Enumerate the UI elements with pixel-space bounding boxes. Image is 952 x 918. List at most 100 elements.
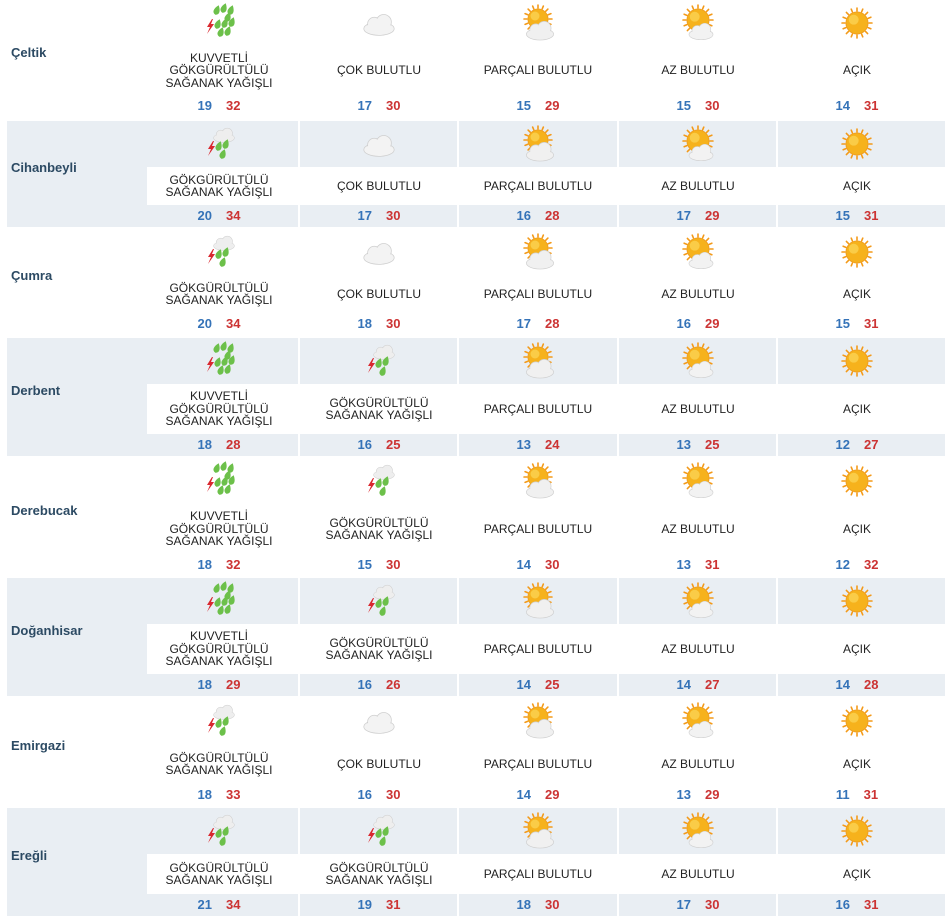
forecast-day-cell: GÖKGÜRÜLTÜLÜ SAĞANAK YAĞIŞLI 19 31: [300, 808, 458, 916]
city-name[interactable]: Cihanbeyli: [11, 160, 77, 175]
min-temperature: 16: [357, 677, 372, 692]
min-temperature: 17: [516, 316, 531, 331]
temperature-range: 15 30: [300, 557, 458, 572]
max-temperature: 31: [863, 787, 879, 802]
min-temperature: 13: [676, 557, 691, 572]
temperature-range: 17 30: [300, 98, 458, 113]
forecast-day-cell: AÇIK 12 27: [778, 338, 936, 456]
min-temperature: 18: [197, 557, 212, 572]
min-temperature: 18: [197, 437, 212, 452]
mostly-sunny-icon: [619, 578, 777, 624]
condition-text: GÖKGÜRÜLTÜLÜ SAĞANAK YAĞIŞLI: [165, 280, 273, 307]
condition-text: AZ BULUTLU: [661, 286, 735, 301]
max-temperature: 25: [705, 437, 720, 452]
forecast-day-cell: PARÇALI BULUTLU 18 30: [459, 808, 617, 916]
sunny-icon: [778, 578, 936, 624]
partly-cloudy-icon: [459, 808, 617, 854]
city-name[interactable]: Derebucak: [11, 503, 77, 518]
forecast-day-cell: AZ BULUTLU 17 29: [619, 121, 777, 227]
condition-text: PARÇALI BULUTLU: [483, 521, 593, 536]
cloudy-icon: [300, 0, 458, 46]
thunder-shower-icon: [140, 808, 298, 854]
max-temperature: 34: [226, 897, 241, 912]
forecast-day-cell: AÇIK 14 31: [778, 0, 936, 117]
max-temperature: 32: [864, 557, 879, 572]
max-temperature: 29: [705, 787, 720, 802]
max-temperature: 26: [386, 677, 401, 692]
condition-text: PARÇALI BULUTLU: [483, 866, 593, 881]
condition-text: AZ BULUTLU: [661, 63, 735, 78]
temperature-range: 14 27: [619, 677, 777, 692]
max-temperature: 31: [386, 897, 401, 912]
max-temperature: 31: [864, 208, 879, 223]
mostly-sunny-icon: [619, 458, 777, 504]
min-temperature: 19: [197, 98, 212, 113]
forecast-day-cell: ÇOK BULUTLU 18 30: [300, 229, 458, 335]
condition-text: AZ BULUTLU: [661, 641, 735, 656]
temperature-range: 19 32: [140, 98, 298, 113]
forecast-day-cell: AÇIK 12 32: [778, 458, 936, 576]
mostly-sunny-icon: [619, 0, 777, 46]
forecast-row: Çumra GÖKGÜRÜLTÜLÜ SAĞANAK YAĞIŞLI 20 34 ÇOK…: [7, 229, 945, 335]
condition-text: ÇOK BULUTLU: [336, 756, 422, 771]
condition-text: GÖKGÜRÜLTÜLÜ SAĞANAK YAĞIŞLI: [165, 172, 273, 199]
sunny-icon: [778, 121, 936, 167]
max-temperature: 24: [545, 437, 560, 452]
cloudy-icon: [300, 698, 458, 744]
strong-thunder-shower-icon: [140, 578, 298, 624]
temperature-range: 16 25: [300, 437, 458, 452]
temperature-range: 13 25: [619, 437, 777, 452]
forecast-day-cell: KUVVETLİ GÖKGÜRÜLTÜLÜ SAĞANAK YAĞIŞLI 18 2…: [140, 338, 298, 456]
max-temperature: 30: [386, 98, 401, 113]
forecast-day-cell: GÖKGÜRÜLTÜLÜ SAĞANAK YAĞIŞLI 16 26: [300, 578, 458, 696]
condition-text: KUVVETLİ GÖKGÜRÜLTÜLÜ SAĞANAK YAĞIŞLI: [165, 50, 273, 90]
forecast-day-cell: AZ BULUTLU 15 30: [619, 0, 777, 117]
city-name[interactable]: Çeltik: [11, 45, 46, 60]
temperature-range: 15 31: [778, 316, 936, 331]
temperature-range: 15 30: [619, 98, 777, 113]
temperature-range: 16 28: [459, 208, 617, 223]
max-temperature: 30: [545, 897, 560, 912]
temperature-range: 12 32: [778, 557, 936, 572]
thunder-shower-icon: [140, 698, 298, 744]
min-temperature: 18: [357, 316, 372, 331]
forecast-day-cell: ÇOK BULUTLU 16 30: [300, 698, 458, 806]
city-name[interactable]: Ereğli: [11, 848, 47, 863]
forecast-day-cell: KUVVETLİ GÖKGÜRÜLTÜLÜ SAĞANAK YAĞIŞLI 19 3…: [140, 0, 298, 117]
max-temperature: 29: [705, 316, 720, 331]
temperature-range: 11 31: [778, 787, 936, 802]
strong-thunder-shower-icon: [140, 0, 298, 46]
mostly-sunny-icon: [619, 121, 777, 167]
max-temperature: 33: [226, 787, 241, 802]
condition-text: GÖKGÜRÜLTÜLÜ SAĞANAK YAĞIŞLI: [325, 515, 433, 542]
city-name[interactable]: Emirgazi: [11, 738, 65, 753]
mostly-sunny-icon: [619, 808, 777, 854]
temperature-range: 18 30: [459, 897, 617, 912]
temperature-range: 14 31: [778, 98, 936, 113]
condition-text: AÇIK: [842, 286, 871, 301]
temperature-range: 17 29: [619, 208, 777, 223]
forecast-day-cell: GÖKGÜRÜLTÜLÜ SAĞANAK YAĞIŞLI 20 34: [140, 229, 298, 335]
max-temperature: 27: [864, 437, 879, 452]
condition-text: GÖKGÜRÜLTÜLÜ SAĞANAK YAĞIŞLI: [165, 860, 273, 887]
forecast-day-cell: AÇIK 11 31: [778, 698, 936, 806]
max-temperature: 28: [545, 208, 560, 223]
max-temperature: 29: [545, 787, 560, 802]
condition-text: PARÇALI BULUTLU: [483, 178, 593, 193]
partly-cloudy-icon: [459, 229, 617, 275]
forecast-day-cell: KUVVETLİ GÖKGÜRÜLTÜLÜ SAĞANAK YAĞIŞLI 18 3…: [140, 458, 298, 576]
min-temperature: 13: [676, 437, 691, 452]
city-name[interactable]: Doğanhisar: [11, 623, 83, 638]
city-name[interactable]: Derbent: [11, 383, 60, 398]
temperature-range: 16 30: [300, 787, 458, 802]
temperature-range: 13 31: [619, 557, 777, 572]
sunny-icon: [778, 338, 936, 384]
condition-text: AÇIK: [842, 63, 871, 78]
min-temperature: 13: [676, 787, 691, 802]
strong-thunder-shower-icon: [140, 458, 298, 504]
min-temperature: 18: [197, 787, 212, 802]
forecast-row: Emirgazi GÖKGÜRÜLTÜLÜ SAĞANAK YAĞIŞLI 18 33…: [7, 698, 945, 806]
min-temperature: 17: [357, 208, 372, 223]
max-temperature: 31: [864, 897, 879, 912]
city-name[interactable]: Çumra: [11, 268, 52, 283]
